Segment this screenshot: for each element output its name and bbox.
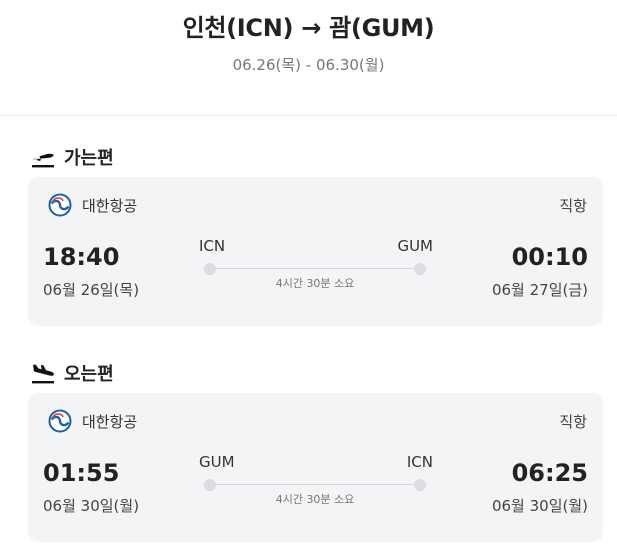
korean-air-logo-icon xyxy=(48,409,72,433)
flight-type-label: 직항 xyxy=(559,197,587,215)
arrival-airport-code: ICN xyxy=(406,453,433,471)
departure-date: 06월 26일(목) xyxy=(43,281,140,299)
airline-name: 대한항공 xyxy=(82,196,138,215)
outbound-flight-card[interactable]: 대한항공 직항 18:40 06월 26일(목) ICN GUM 4시간 30분… xyxy=(28,177,603,326)
flight-duration: 4시간 30분 소요 xyxy=(275,493,355,506)
inbound-label: 오는편 xyxy=(64,364,114,385)
korean-air-logo-icon xyxy=(48,193,72,217)
arrival-dot xyxy=(414,479,426,491)
airline-name: 대한항공 xyxy=(82,412,138,431)
departure-date: 06월 30일(월) xyxy=(43,497,140,515)
departure-dot xyxy=(204,263,216,275)
flight-duration: 4시간 30분 소요 xyxy=(275,277,355,290)
outbound-label: 가는편 xyxy=(64,148,114,169)
inbound-section-title: 오는편 xyxy=(30,360,114,386)
inbound-flight-card[interactable]: 대한항공 직항 01:55 06월 30일(월) GUM ICN 4시간 30분… xyxy=(28,393,603,542)
arrival-airport-code: GUM xyxy=(397,237,433,255)
trip-header: 인천(ICN) → 괌(GUM) 06.26(목) - 06.30(월) xyxy=(0,0,617,116)
route-title: 인천(ICN) → 괌(GUM) xyxy=(182,14,435,42)
airplane-takeoff-icon xyxy=(32,153,54,168)
arrival-dot xyxy=(414,263,426,275)
flight-type-label: 직항 xyxy=(559,413,587,431)
trip-dates: 06.26(목) - 06.30(월) xyxy=(232,56,385,74)
airline-info: 대한항공 xyxy=(48,193,137,217)
arrival-time: 06:25 xyxy=(511,459,588,487)
airline-info: 대한항공 xyxy=(48,409,137,433)
departure-airport-code: ICN xyxy=(199,237,226,255)
arrival-date: 06월 27일(금) xyxy=(491,281,588,299)
route-line xyxy=(210,268,420,269)
departure-dot xyxy=(204,479,216,491)
route-line xyxy=(210,484,420,485)
arrival-time: 00:10 xyxy=(511,243,588,271)
departure-airport-code: GUM xyxy=(199,453,235,471)
outbound-section-title: 가는편 xyxy=(30,144,114,170)
departure-time: 18:40 xyxy=(43,243,120,271)
arrival-date: 06월 30일(월) xyxy=(491,497,588,515)
departure-time: 01:55 xyxy=(43,459,120,487)
airplane-landing-icon xyxy=(32,364,54,384)
